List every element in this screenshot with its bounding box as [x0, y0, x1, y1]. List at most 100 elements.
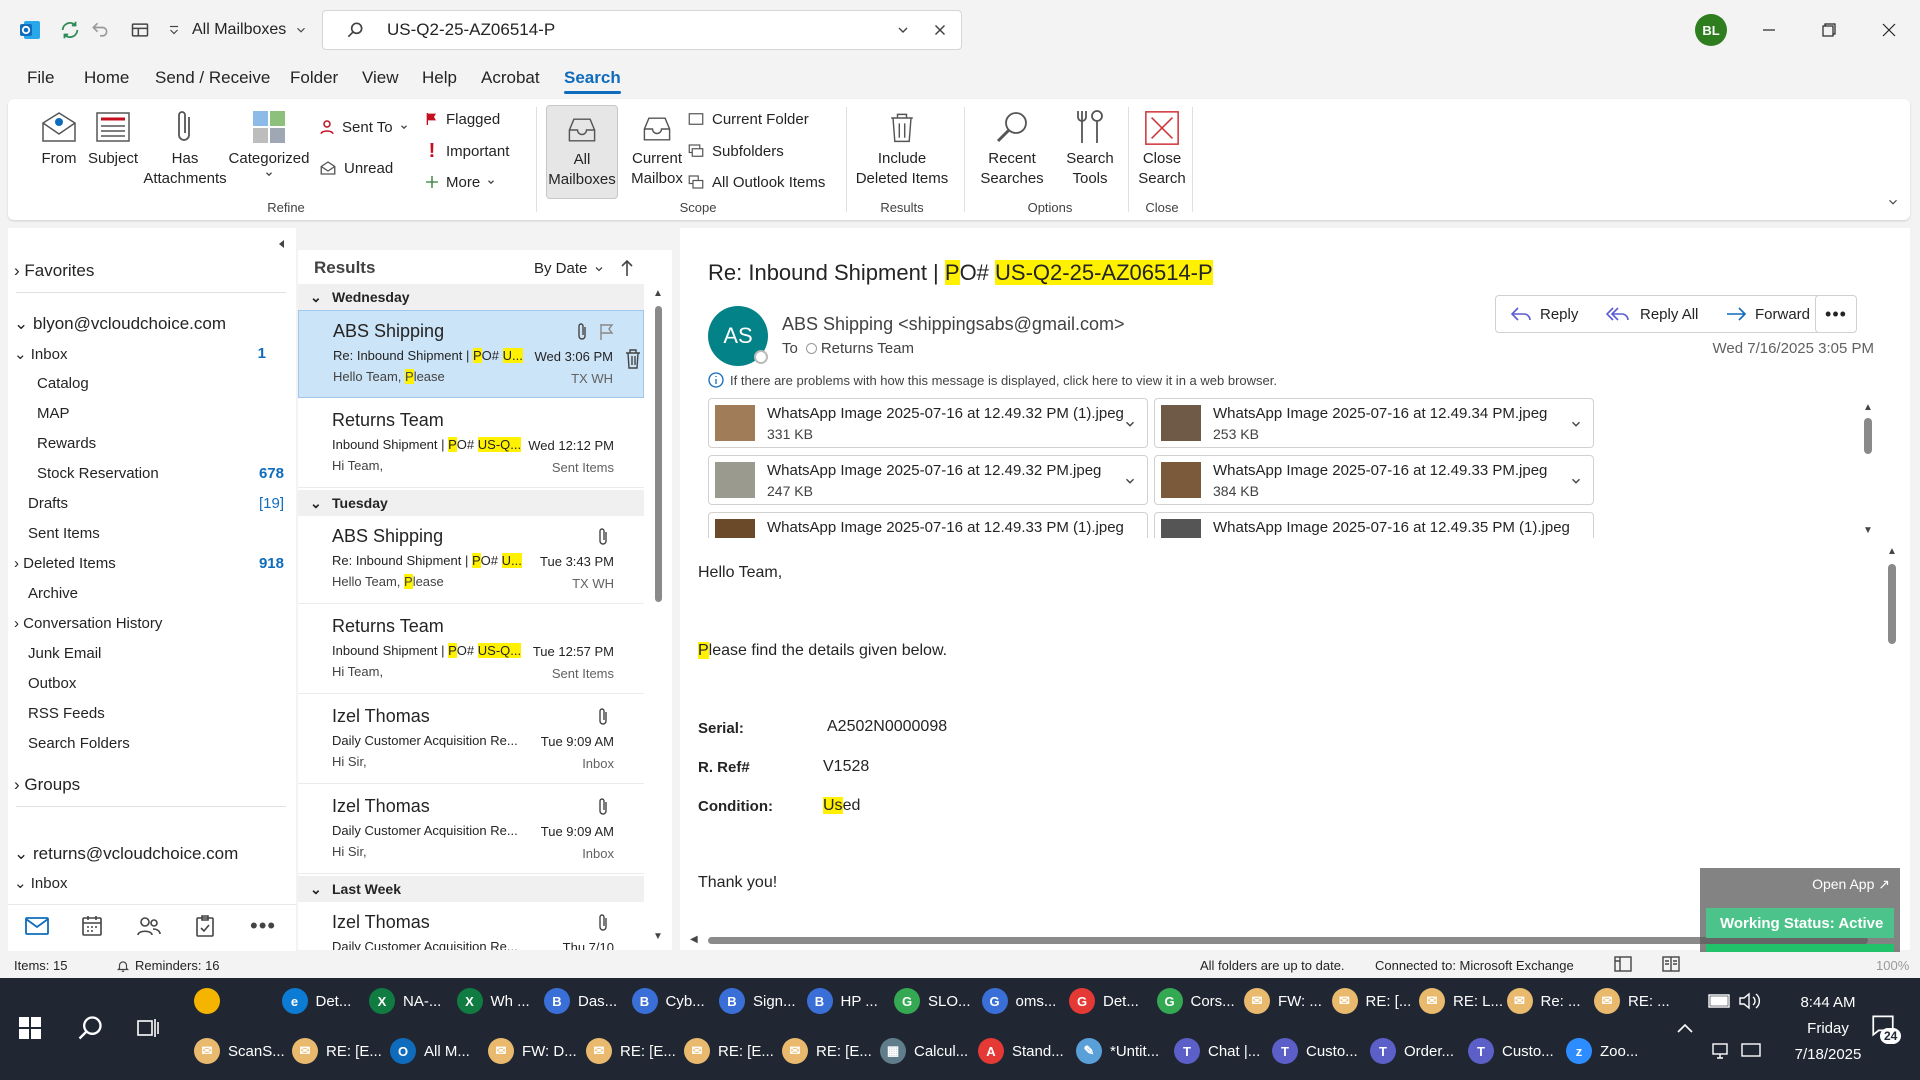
all-mailboxes-button[interactable]: All Mailboxes	[546, 105, 618, 199]
search-dropdown-icon[interactable]	[895, 22, 911, 38]
folder-map[interactable]: MAP	[37, 405, 70, 422]
has-attachments-button[interactable]: Has Attachments	[140, 107, 230, 189]
unread-button[interactable]: Unread	[318, 156, 393, 180]
normal-view-icon[interactable]	[1614, 956, 1632, 972]
taskbar-app-button[interactable]: ✉ RE: L...	[1419, 978, 1503, 1024]
scroll-up-icon[interactable]: ▲	[653, 288, 663, 299]
sort-direction-icon[interactable]	[620, 259, 634, 277]
menu-home[interactable]: Home	[84, 68, 129, 88]
taskbar-app-button[interactable]: T Custo...	[1468, 1028, 1554, 1074]
group-header-tuesday[interactable]: ⌄ Tuesday	[298, 490, 644, 516]
user-avatar[interactable]: BL	[1695, 14, 1727, 46]
flagged-button[interactable]: Flagged	[424, 107, 500, 131]
taskbar-app-button[interactable]: ✉ RE: ...	[1594, 978, 1670, 1024]
group-header-wednesday[interactable]: ⌄ Wednesday	[298, 284, 644, 310]
taskbar-app-button[interactable]: O All M...	[390, 1028, 470, 1074]
taskbar-app-button[interactable]: ✉ RE: [...	[1331, 978, 1411, 1024]
undo-icon[interactable]	[86, 16, 114, 44]
customize-qat-icon[interactable]	[160, 16, 188, 44]
scroll-up-icon[interactable]: ▲	[1863, 402, 1873, 413]
open-app-link[interactable]: Open App ↗	[1812, 876, 1890, 893]
folder-junk-email[interactable]: Junk Email	[28, 645, 101, 662]
attachment-card[interactable]: WhatsApp Image 2025-07-16 at 12.49.33 PM…	[708, 512, 1148, 538]
taskbar-app-button[interactable]: B HP ...	[806, 978, 878, 1024]
taskbar-app-button[interactable]	[194, 978, 228, 1024]
taskbar-app-button[interactable]: G Det...	[1069, 978, 1139, 1024]
network-icon[interactable]	[1712, 1042, 1734, 1060]
menu-help[interactable]: Help	[422, 68, 457, 88]
folder-inbox-returns[interactable]: ⌄ Inbox	[14, 874, 67, 892]
reading-view-icon[interactable]	[1662, 956, 1680, 972]
taskbar-app-button[interactable]: G SLO...	[894, 978, 971, 1024]
sender-address[interactable]: ABS Shipping <shippingsabs@gmail.com>	[782, 314, 1124, 335]
menu-file[interactable]: File	[27, 68, 54, 88]
taskbar-app-button[interactable]: Goms...	[981, 978, 1056, 1024]
subject-button[interactable]: Subject	[82, 107, 144, 169]
attachment-card[interactable]: WhatsApp Image 2025-07-16 at 12.49.34 PM…	[1154, 398, 1594, 448]
mailbox-scope-dropdown[interactable]: All Mailboxes	[192, 14, 320, 46]
scrollbar-thumb[interactable]	[708, 937, 1868, 944]
subfolders-button[interactable]: Subfolders	[686, 139, 784, 163]
more-button[interactable]: More	[424, 170, 496, 194]
taskbar-app-button[interactable]: B Sign...	[719, 978, 796, 1024]
more-apps-icon[interactable]: •••	[250, 913, 276, 939]
message-item[interactable]: ABS Shipping Re: Inbound Shipment | PO# …	[298, 310, 644, 398]
message-item[interactable]: Izel Thomas Daily Customer Acquisition R…	[298, 786, 644, 874]
message-item[interactable]: Returns Team Inbound Shipment | PO# US-Q…	[298, 606, 644, 694]
folder-drafts[interactable]: Drafts [19]	[28, 495, 284, 512]
delete-icon[interactable]	[625, 349, 641, 369]
search-query[interactable]: US-Q2-25-AZ06514-P	[387, 20, 555, 40]
collapse-pane-icon[interactable]	[276, 238, 288, 250]
flag-outline-icon[interactable]	[599, 323, 615, 341]
group-header-last-week[interactable]: ⌄ Last Week	[298, 876, 644, 902]
folder-deleted-items[interactable]: › Deleted Items 918	[14, 555, 284, 572]
layout-icon[interactable]	[126, 16, 154, 44]
folder-search-folders[interactable]: Search Folders	[28, 735, 130, 752]
sync-icon[interactable]	[56, 16, 84, 44]
taskbar-app-button[interactable]: ✉ FW: ...	[1244, 978, 1322, 1024]
sent-to-button[interactable]: Sent To	[318, 115, 409, 139]
taskbar-app-button[interactable]: ✉ RE: [E...	[586, 1028, 676, 1074]
menu-folder[interactable]: Folder	[290, 68, 338, 88]
taskbar-app-button[interactable]: ✎ *Untit...	[1076, 1028, 1159, 1074]
taskbar-app-button[interactable]: ✉ RE: [E...	[782, 1028, 872, 1074]
chevron-down-icon[interactable]	[1123, 474, 1137, 488]
menu-send-receive[interactable]: Send / Receive	[155, 68, 270, 88]
close-window-icon[interactable]	[1866, 14, 1912, 46]
taskbar-app-button[interactable]: X Wh ...	[456, 978, 530, 1024]
close-search-button[interactable]: Close Search	[1134, 107, 1190, 189]
attachments-scrollbar[interactable]: ▲ ▼	[1862, 398, 1874, 538]
scrollbar-thumb[interactable]	[655, 306, 662, 602]
message-item[interactable]: Izel Thomas Daily Customer Acquisition R…	[298, 696, 644, 784]
chevron-down-icon[interactable]	[1123, 417, 1137, 431]
taskbar-app-button[interactable]: X NA-...	[369, 978, 441, 1024]
taskbar-app-button[interactable]: ✉ RE: [E...	[292, 1028, 382, 1074]
taskbar-app-button[interactable]: T Custo...	[1272, 1028, 1358, 1074]
menu-view[interactable]: View	[362, 68, 399, 88]
all-outlook-items-button[interactable]: All Outlook Items	[686, 170, 825, 194]
reminders[interactable]: Reminders: 16	[116, 958, 220, 973]
scroll-down-icon[interactable]: ▼	[653, 931, 663, 942]
windows-start-icon[interactable]	[18, 1016, 42, 1040]
taskbar-app-button[interactable]: B Das...	[544, 978, 617, 1024]
forward-button[interactable]: Forward	[1711, 295, 1826, 333]
reply-button[interactable]: Reply	[1495, 295, 1594, 333]
from-button[interactable]: From	[28, 107, 90, 169]
taskbar-app-button[interactable]: A Stand...	[978, 1028, 1064, 1074]
folder-inbox[interactable]: ⌄ Inbox 1	[14, 345, 284, 363]
recent-searches-button[interactable]: Recent Searches	[974, 107, 1050, 189]
folder-rewards[interactable]: Rewards	[37, 435, 96, 452]
chevron-down-icon[interactable]	[1569, 474, 1583, 488]
groups-section[interactable]: › Groups	[14, 775, 80, 795]
people-icon[interactable]	[136, 914, 162, 938]
taskbar-app-button[interactable]: T Order...	[1370, 1028, 1454, 1074]
taskbar-app-button[interactable]: T Chat |...	[1174, 1028, 1260, 1074]
taskbar-app-button[interactable]: e Det...	[281, 978, 351, 1024]
folder-stock-reservation[interactable]: Stock Reservation 678	[37, 465, 284, 482]
minimize-icon[interactable]	[1746, 14, 1792, 46]
clear-search-icon[interactable]	[931, 21, 949, 39]
folder-sent-items[interactable]: Sent Items	[28, 525, 100, 542]
account-returns[interactable]: ⌄ returns@vcloudchoice.com	[14, 844, 238, 864]
mail-icon[interactable]	[24, 915, 50, 937]
scroll-left-icon[interactable]: ◀	[690, 934, 698, 945]
